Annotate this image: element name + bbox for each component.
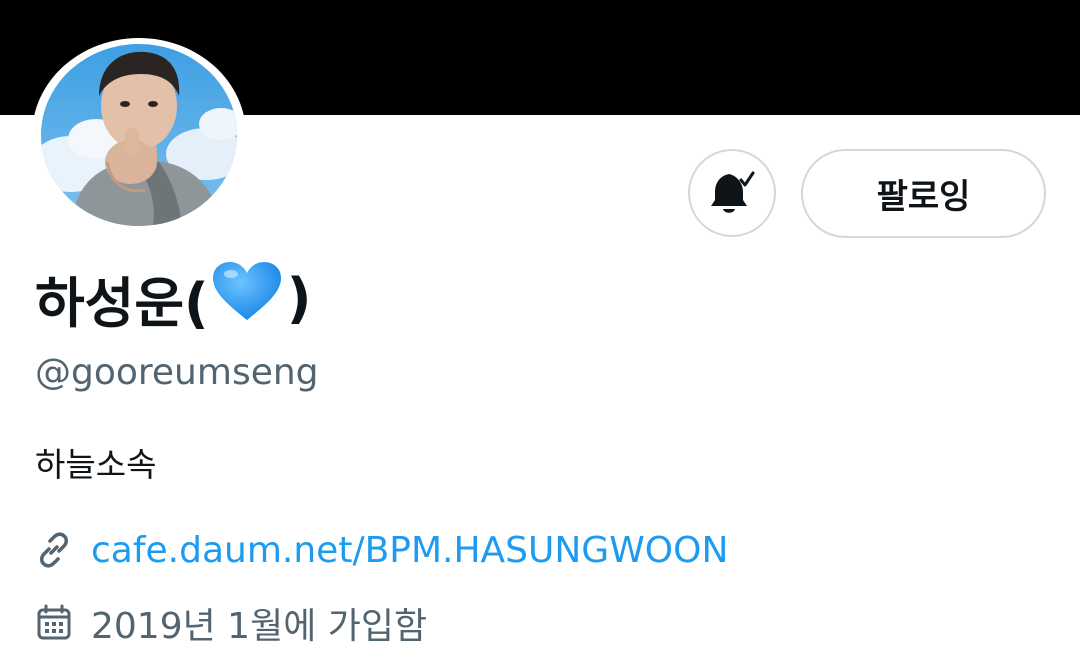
display-name-text: 하성운(	[35, 271, 209, 335]
notifications-button[interactable]	[688, 149, 776, 237]
profile-bio: 하늘소속	[35, 445, 157, 484]
bell-check-icon	[707, 168, 757, 218]
user-handle: @gooreumseng	[35, 352, 319, 393]
display-name-close: )	[286, 266, 312, 330]
following-label: 팔로잉	[876, 177, 971, 217]
calendar-icon	[35, 604, 73, 642]
blue-heart-icon	[211, 260, 283, 337]
join-date: 2019년 1월에 가입함	[91, 606, 428, 647]
following-button[interactable]: 팔로잉	[801, 149, 1046, 238]
link-icon	[35, 531, 73, 569]
display-name: 하성운( )	[35, 260, 312, 337]
avatar[interactable]	[41, 44, 237, 226]
website-row: cafe.daum.net/BPM.HASUNGWOON	[35, 524, 728, 576]
join-date-row: 2019년 1월에 가입함	[35, 596, 427, 650]
website-link[interactable]: cafe.daum.net/BPM.HASUNGWOON	[91, 530, 728, 571]
